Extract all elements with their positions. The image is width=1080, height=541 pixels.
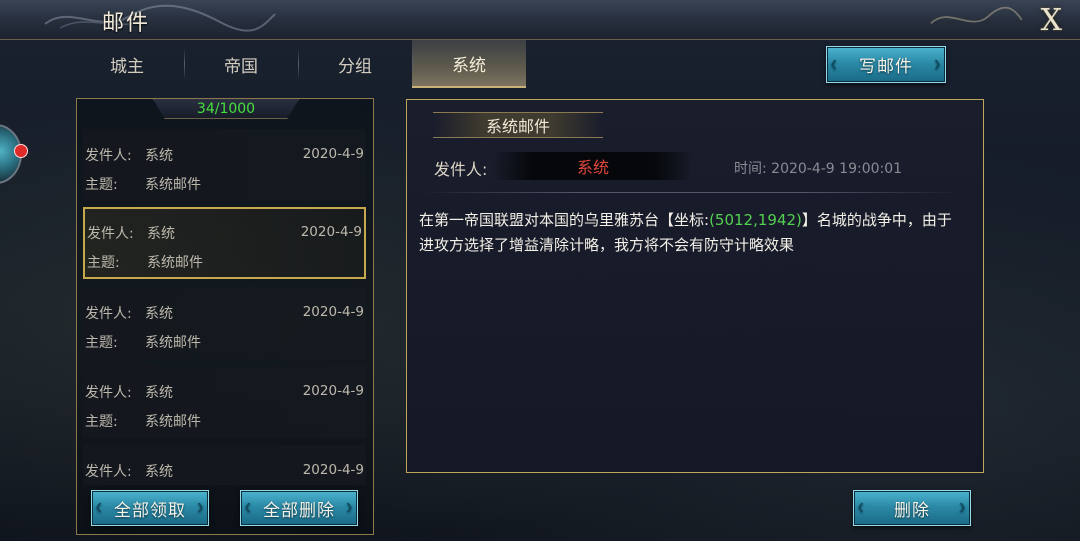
tab-castle-lord[interactable]: 城主 (70, 40, 184, 88)
notification-dot (14, 144, 28, 158)
subject-value: 系统邮件 (145, 335, 201, 351)
mail-subject-row: 主题: 系统邮件 (85, 332, 201, 352)
subject-value: 系统邮件 (147, 255, 203, 271)
tab-group[interactable]: 分组 (298, 40, 412, 88)
mail-date: 2020-4-9 (302, 304, 364, 320)
sender-label: 发件人: (87, 226, 134, 242)
detail-sender-label: 发件人: (434, 160, 488, 179)
claim-all-button[interactable]: 全部领取 (91, 490, 209, 526)
tab-system[interactable]: 系统 (412, 40, 526, 88)
mail-body: 在第一帝国联盟对本国的乌里雅苏台【坐标:(5012,1942)】名城的战争中，由… (419, 208, 964, 258)
mail-item[interactable]: 发件人: 系统 2020-4-9 (83, 445, 366, 485)
mail-count: 34/1000 (153, 99, 299, 119)
mail-list-panel: 34/1000 发件人: 系统 2020-4-9 主题: 系统邮件 发件人: 系统 2… (76, 98, 374, 535)
mail-window: 邮件 X 城主 帝国 分组 系统 写邮件 34/1000 发件人: 系统 2020… (0, 0, 1080, 541)
mail-subject-row: 主题: 系统邮件 (87, 252, 203, 272)
mail-date: 2020-4-9 (302, 462, 364, 478)
subject-value: 系统邮件 (145, 414, 201, 430)
coordinate-link[interactable]: (5012,1942) (709, 211, 802, 229)
mail-sender-row: 发件人: 系统 (85, 303, 173, 323)
mail-date: 2020-4-9 (300, 224, 362, 240)
mail-item[interactable]: 发件人: 系统 2020-4-9 主题: 系统邮件 (83, 287, 366, 359)
divider (421, 192, 961, 193)
detail-title: 系统邮件 (433, 112, 603, 138)
tab-empire[interactable]: 帝国 (184, 40, 298, 88)
subject-value: 系统邮件 (145, 177, 201, 193)
delete-button[interactable]: 删除 (853, 490, 971, 526)
mail-item-selected[interactable]: 发件人: 系统 2020-4-9 主题: 系统邮件 (83, 207, 366, 279)
sender-value: 系统 (145, 385, 173, 401)
title-bar: 邮件 X (0, 0, 1080, 40)
sender-label: 发件人: (85, 148, 132, 164)
subject-label: 主题: (85, 414, 118, 430)
mail-item[interactable]: 发件人: 系统 2020-4-9 主题: 系统邮件 (83, 129, 366, 201)
mail-sender-row: 发件人: 系统 (85, 382, 173, 402)
write-mail-button[interactable]: 写邮件 (826, 46, 946, 83)
sender-value: 系统 (145, 306, 173, 322)
sender-value: 系统 (145, 148, 173, 164)
mail-date: 2020-4-9 (302, 383, 364, 399)
subject-label: 主题: (85, 335, 118, 351)
sender-value: 系统 (147, 226, 175, 242)
delete-all-button[interactable]: 全部删除 (240, 490, 358, 526)
mail-sender-row: 发件人: 系统 (87, 223, 175, 243)
subject-label: 主题: (87, 255, 120, 271)
close-button[interactable]: X (1004, 0, 1074, 40)
window-title: 邮件 (102, 11, 151, 36)
tab-bar: 城主 帝国 分组 系统 (70, 40, 526, 88)
sender-label: 发件人: (85, 306, 132, 322)
mail-subject-row: 主题: 系统邮件 (85, 174, 201, 194)
mail-subject-row: 主题: 系统邮件 (85, 411, 201, 431)
mail-sender-row: 发件人: 系统 (85, 145, 173, 165)
detail-sender-value: 系统 (493, 152, 693, 180)
close-icon: X (1040, 2, 1062, 38)
sender-label: 发件人: (85, 464, 132, 480)
mail-sender-row: 发件人: 系统 (85, 461, 173, 481)
sender-label: 发件人: (85, 385, 132, 401)
mail-body-text: 在第一帝国联盟对本国的乌里雅苏台【坐标: (419, 211, 710, 229)
sender-value: 系统 (145, 464, 173, 480)
mail-date: 2020-4-9 (302, 146, 364, 162)
mail-detail-panel: 系统邮件 发件人: 系统 时间: 2020-4-9 19:00:01 在第一帝国… (406, 99, 984, 473)
mail-item[interactable]: 发件人: 系统 2020-4-9 主题: 系统邮件 (83, 366, 366, 438)
subject-label: 主题: (85, 177, 118, 193)
title-ornament-left (44, 4, 276, 32)
detail-time: 时间: 2020-4-9 19:00:01 (734, 161, 903, 177)
